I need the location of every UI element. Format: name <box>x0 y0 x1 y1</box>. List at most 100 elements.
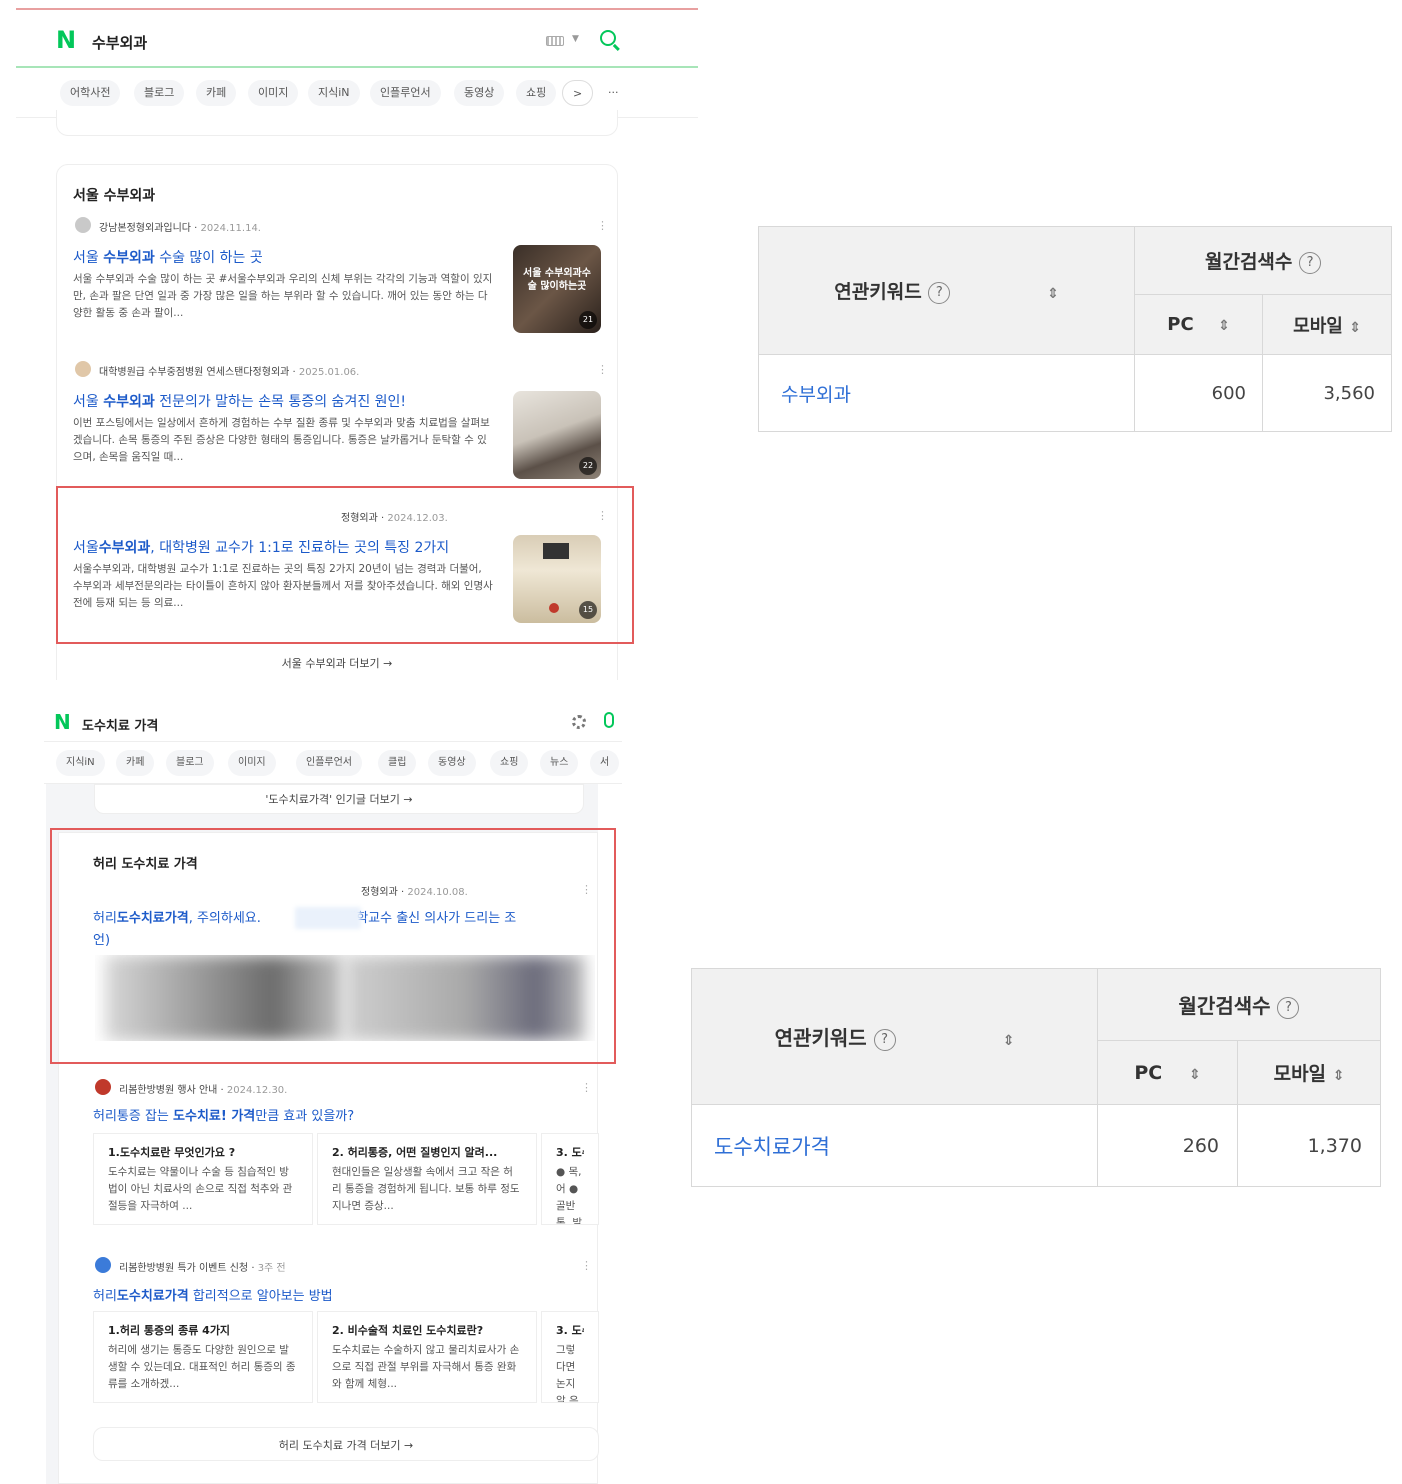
keyword-stats-table-1: 연관키워드 ? ⇕ 월간검색수 ? PC ⇕ 모바일 ⇕ 수부외과 600 3,… <box>758 226 1392 432</box>
pc-column-header[interactable]: PC ⇕ <box>1097 1040 1238 1105</box>
thumbnail-caption: 서울 수부외과수술 많이하는곳 <box>523 268 591 292</box>
avatar[interactable] <box>75 217 91 233</box>
keyword-cell[interactable]: 수부외과 <box>758 354 1135 432</box>
avatar[interactable] <box>75 361 91 377</box>
sort-icon[interactable]: ⇕ <box>1003 1033 1015 1049</box>
post-source[interactable]: 리봄한방병원 특가 이벤트 신청 · 3주 전 <box>119 1259 286 1274</box>
keyword-column-header[interactable]: 연관키워드 ? ⇕ <box>758 226 1135 355</box>
sort-icon[interactable]: ⇕ <box>1218 318 1230 334</box>
search-query[interactable]: 수부외과 <box>92 32 147 53</box>
tab-influencer[interactable]: 인플루언서 <box>296 750 362 776</box>
pc-header-label: PC <box>1167 314 1194 335</box>
tab-influencer[interactable]: 인플루언서 <box>370 80 441 106</box>
search-screenshot-2: N 도수치료 가격 지식iN 카페 블로그 이미지 인플루언서 클립 동영상 쇼… <box>44 700 622 1484</box>
tab-clip[interactable]: 클립 <box>378 750 417 776</box>
help-icon[interactable]: ? <box>1299 251 1322 274</box>
tab-blog[interactable]: 블로그 <box>166 750 214 776</box>
sort-icon[interactable]: ⇕ <box>1189 1067 1201 1083</box>
tab-image[interactable]: 이미지 <box>228 750 276 776</box>
post-title[interactable]: 허리도수치료가격 합리적으로 알아보는 방법 <box>93 1285 333 1304</box>
popular-more-card: '도수치료가격' 인기글 더보기 → <box>94 784 584 814</box>
more-results-link[interactable]: 서울 수부외과 더보기 → <box>57 655 617 671</box>
pc-column-header[interactable]: PC ⇕ <box>1134 294 1263 355</box>
mobile-column-header[interactable]: 모바일 ⇕ <box>1262 294 1392 355</box>
avatar[interactable] <box>95 1079 111 1095</box>
more-options-icon[interactable]: ⋮ <box>597 219 608 232</box>
help-icon[interactable]: ? <box>928 281 951 304</box>
help-icon[interactable]: ? <box>873 1028 896 1051</box>
tab-cafe[interactable]: 카페 <box>116 750 155 776</box>
post-snippet: 이번 포스팅에서는 일상에서 흔하게 경험하는 수부 질환 종류 및 수부외과 … <box>73 417 490 463</box>
search-header: N 수부외과 ▼ <box>16 10 698 68</box>
mobile-header-label: 모바일 <box>1273 1063 1327 1085</box>
image-count-badge: 22 <box>579 457 597 475</box>
monthly-header-label: 월간검색수 <box>1204 251 1293 273</box>
tab-blog[interactable]: 블로그 <box>134 80 185 106</box>
settings-icon[interactable] <box>572 715 586 729</box>
post-thumbnail[interactable]: 서울 수부외과수술 많이하는곳 21 <box>513 245 601 333</box>
tab-dictionary[interactable]: 어학사전 <box>60 80 121 106</box>
preview-card[interactable]: 3. 도수 그렇다면 논지 알 은 몸처 <box>541 1311 599 1403</box>
image-count-badge: 21 <box>579 311 597 329</box>
popular-more-link[interactable]: '도수치료가격' 인기글 더보기 → <box>95 791 583 807</box>
sort-icon[interactable]: ⇕ <box>1349 320 1361 336</box>
post-source[interactable]: 대학병원급 수부중점병원 연세스탠다정형외과 · 2025.01.06. <box>99 363 359 378</box>
tab-cafe[interactable]: 카페 <box>196 80 237 106</box>
keyboard-icon[interactable] <box>546 36 564 46</box>
tabs-next-arrow[interactable]: > <box>562 80 594 106</box>
tab-news[interactable]: 뉴스 <box>540 750 579 776</box>
preview-card-title: 1.도수치료란 무엇인가요 ? <box>108 1146 236 1159</box>
sort-icon[interactable]: ⇕ <box>1047 286 1059 302</box>
preview-card[interactable]: 2. 허리통증, 어떤 질병인지 알려... 현대인들은 일상생활 속에서 크고… <box>317 1133 537 1225</box>
tab-shopping[interactable]: 쇼핑 <box>516 80 557 106</box>
keyword-link[interactable]: 도수치료가격 <box>714 1135 830 1159</box>
tab-video[interactable]: 동영상 <box>454 80 505 106</box>
post-thumbnail[interactable]: 22 <box>513 391 601 479</box>
more-results-link[interactable]: 허리 도수치료 가격 더보기 → <box>94 1437 598 1453</box>
help-icon[interactable]: ? <box>1277 996 1300 1019</box>
post-snippet: 서울 수부외과 수술 많이 하는 곳 #서울수부외과 우리의 신체 부위는 각각… <box>73 273 493 319</box>
preview-card[interactable]: 1.도수치료란 무엇인가요 ? 도수치료는 약물이나 수술 등 침습적인 방법이… <box>93 1133 313 1225</box>
tab-kin[interactable]: 지식iN <box>308 80 360 106</box>
chevron-down-icon[interactable]: ▼ <box>572 34 579 44</box>
tabs-more-icon[interactable]: ··· <box>598 80 629 106</box>
keyword-stats-table-2: 연관키워드 ? ⇕ 월간검색수 ? PC ⇕ 모바일 ⇕ 도수치료가격 260 … <box>691 968 1381 1187</box>
preview-card-body: 허리에 생기는 통증도 다양한 원인으로 발생할 수 있는데요. 대표적인 허리… <box>108 1344 296 1390</box>
preview-card-title: 3. 도수 <box>556 1146 584 1159</box>
post-title[interactable]: 허리통증 잡는 도수치료! 가격만큼 효과 있을까? <box>93 1105 354 1124</box>
naver-logo[interactable]: N <box>54 712 71 732</box>
post-title[interactable]: 서울 수부외과 전문의가 말하는 손목 통증의 숨겨진 원인! <box>73 391 406 411</box>
post-source[interactable]: 리봄한방병원 행사 안내 · 2024.12.30. <box>119 1081 287 1096</box>
more-options-icon[interactable]: ⋮ <box>597 363 608 376</box>
keyword-cell[interactable]: 도수치료가격 <box>691 1104 1098 1187</box>
tab-shopping[interactable]: 쇼핑 <box>490 750 529 776</box>
tab-kin[interactable]: 지식iN <box>56 750 105 776</box>
sort-icon[interactable]: ⇕ <box>1333 1068 1345 1084</box>
search-icon[interactable] <box>600 30 616 46</box>
post-source[interactable]: 강남본정형외과입니다 · 2024.11.14. <box>99 219 261 234</box>
mobile-column-header[interactable]: 모바일 ⇕ <box>1237 1040 1381 1105</box>
preview-card-title: 2. 허리통증, 어떤 질병인지 알려... <box>332 1146 498 1159</box>
tab-image[interactable]: 이미지 <box>248 80 299 106</box>
naver-logo[interactable]: N <box>56 28 76 52</box>
preview-card[interactable]: 1.허리 통증의 종류 4가지 허리에 생기는 통증도 다양한 원인으로 발생할… <box>93 1311 313 1403</box>
search-header: N 도수치료 가격 <box>44 700 622 742</box>
more-options-icon[interactable]: ⋮ <box>581 1081 592 1094</box>
tab-more[interactable]: 서 <box>590 750 620 776</box>
preview-card[interactable]: 3. 도수 ● 목, 어 ● 골반 통, 발목 <box>541 1133 599 1225</box>
monthly-header-label: 월간검색수 <box>1178 994 1271 1018</box>
avatar[interactable] <box>95 1257 111 1273</box>
tab-video[interactable]: 동영상 <box>428 750 476 776</box>
search-tabs: 지식iN 카페 블로그 이미지 인플루언서 클립 동영상 쇼핑 뉴스 서 <box>44 742 622 784</box>
microphone-icon[interactable] <box>604 712 614 728</box>
keyword-header-label: 연관키워드 <box>774 1026 867 1050</box>
preview-card[interactable]: 2. 비수술적 치료인 도수치료란? 도수치료는 수술하지 않고 물리치료사가 … <box>317 1311 537 1403</box>
mobile-count-cell: 3,560 <box>1262 354 1392 432</box>
keyword-link[interactable]: 수부외과 <box>781 384 851 406</box>
more-options-icon[interactable]: ⋮ <box>581 1259 592 1272</box>
search-query[interactable]: 도수치료 가격 <box>82 715 158 734</box>
search-screenshot-1: N 수부외과 ▼ 어학사전 블로그 카페 이미지 지식iN 인플루언서 동영상 … <box>16 8 698 680</box>
preview-card-title: 1.허리 통증의 종류 4가지 <box>108 1324 231 1337</box>
keyword-column-header[interactable]: 연관키워드 ? ⇕ <box>691 968 1098 1105</box>
post-title[interactable]: 서울 수부외과 수술 많이 하는 곳 <box>73 247 263 267</box>
